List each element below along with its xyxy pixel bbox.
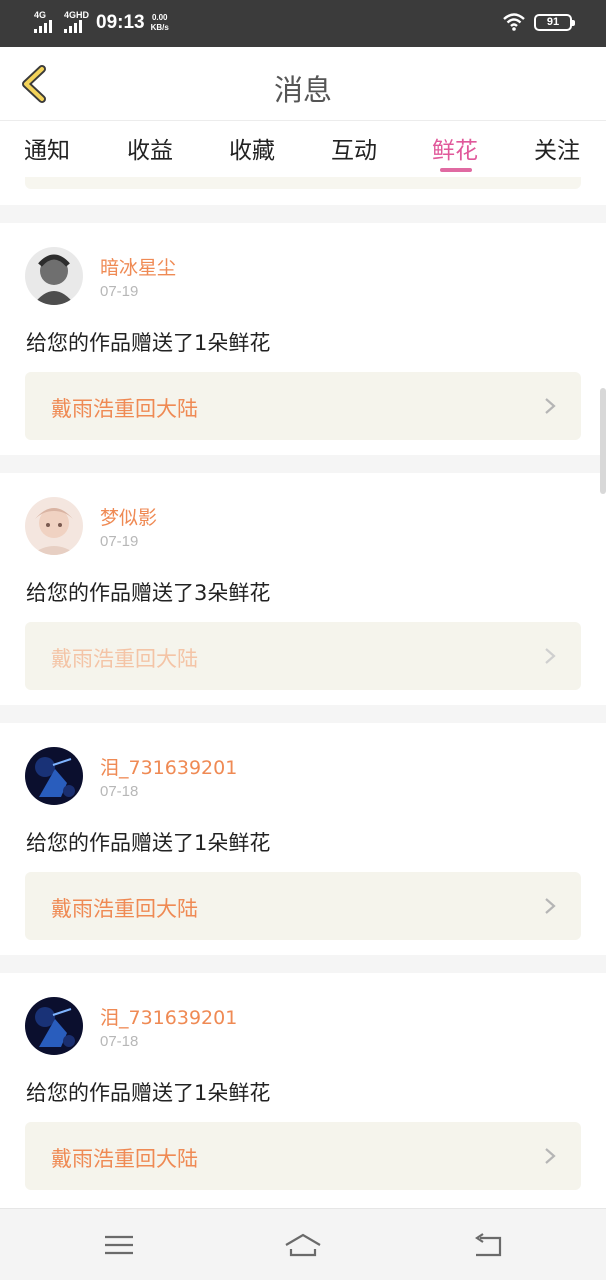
app-header: 消息 — [0, 47, 606, 121]
avatar[interactable] — [25, 997, 83, 1055]
message-date: 07-18 — [100, 1033, 139, 1050]
wifi-icon — [503, 13, 525, 31]
list-item: 泪_731639201 07-18 给您的作品赠送了1朵鲜花 戴雨浩重回大陆 — [0, 723, 606, 955]
avatar[interactable] — [25, 247, 83, 305]
work-link[interactable]: 戴雨浩重回大陆 — [25, 872, 581, 940]
signal-4g-icon: 4G — [32, 10, 60, 35]
status-bar: 4G 4GHD 09:13 0.00 KB/s 91 — [0, 0, 606, 47]
work-title: 戴雨浩重回大陆 — [51, 1147, 198, 1171]
separator — [0, 955, 606, 973]
username[interactable]: 泪_731639201 — [100, 1003, 237, 1030]
chevron-right-icon — [545, 398, 556, 414]
tab-flowers[interactable]: 鲜花 — [432, 131, 478, 165]
list-item: 泪_731639201 07-18 给您的作品赠送了1朵鲜花 戴雨浩重回大陆 — [0, 973, 606, 1205]
back-icon[interactable] — [468, 1227, 508, 1263]
avatar[interactable] — [25, 747, 83, 805]
speed-unit: KB/s — [150, 23, 169, 32]
chevron-right-icon — [545, 648, 556, 664]
message-text: 给您的作品赠送了3朵鲜花 — [26, 581, 271, 605]
work-title: 戴雨浩重回大陆 — [51, 897, 198, 921]
page-title: 消息 — [273, 73, 332, 107]
battery-icon: 91 — [534, 13, 575, 31]
username[interactable]: 梦似影 — [100, 503, 157, 530]
flower-message-list: 暗冰星尘 07-19 给您的作品赠送了1朵鲜花 戴雨浩重回大陆 梦似影 07-1… — [0, 177, 606, 1205]
scrollbar[interactable] — [600, 388, 606, 494]
speed-value: 0.00 — [151, 13, 168, 22]
work-link[interactable]: 戴雨浩重回大陆 — [25, 622, 581, 690]
message-text: 给您的作品赠送了1朵鲜花 — [26, 331, 271, 355]
network-speed: 0.00 KB/s — [151, 13, 169, 33]
signal-4ghd-icon: 4GHD — [62, 10, 90, 35]
tab-bar: 通知 收益 收藏 互动 鲜花 关注 — [0, 121, 606, 177]
separator — [0, 455, 606, 473]
message-date: 07-18 — [100, 783, 139, 800]
chevron-right-icon — [545, 898, 556, 914]
username[interactable]: 暗冰星尘 — [100, 253, 176, 280]
menu-icon[interactable] — [99, 1227, 139, 1263]
list-item: 暗冰星尘 07-19 给您的作品赠送了1朵鲜花 戴雨浩重回大陆 — [0, 223, 606, 455]
list-item: 梦似影 07-19 给您的作品赠送了3朵鲜花 戴雨浩重回大陆 — [0, 473, 606, 705]
tab-following[interactable]: 关注 — [534, 131, 580, 165]
previous-card-tail — [25, 177, 581, 189]
separator — [0, 205, 606, 223]
separator — [0, 705, 606, 723]
tab-notifications[interactable]: 通知 — [24, 131, 70, 165]
active-tab-indicator — [440, 168, 472, 172]
message-date: 07-19 — [100, 283, 139, 300]
message-text: 给您的作品赠送了1朵鲜花 — [26, 1081, 271, 1105]
battery-level: 91 — [546, 16, 560, 28]
signal-label: 4GHD — [64, 10, 90, 20]
work-title: 戴雨浩重回大陆 — [51, 397, 198, 421]
message-date: 07-19 — [100, 533, 139, 550]
home-icon[interactable] — [283, 1227, 323, 1263]
tab-favorites[interactable]: 收藏 — [229, 131, 275, 165]
tab-interactions[interactable]: 互动 — [331, 131, 377, 165]
clock: 09:13 — [96, 12, 145, 33]
work-title: 戴雨浩重回大陆 — [51, 647, 198, 671]
system-nav-bar — [0, 1208, 606, 1280]
work-link[interactable]: 戴雨浩重回大陆 — [25, 1122, 581, 1190]
signal-label: 4G — [34, 10, 47, 20]
work-link[interactable]: 戴雨浩重回大陆 — [25, 372, 581, 440]
username[interactable]: 泪_731639201 — [100, 753, 237, 780]
message-text: 给您的作品赠送了1朵鲜花 — [26, 831, 271, 855]
avatar[interactable] — [25, 497, 83, 555]
chevron-right-icon — [545, 1148, 556, 1164]
tab-earnings[interactable]: 收益 — [127, 131, 173, 165]
